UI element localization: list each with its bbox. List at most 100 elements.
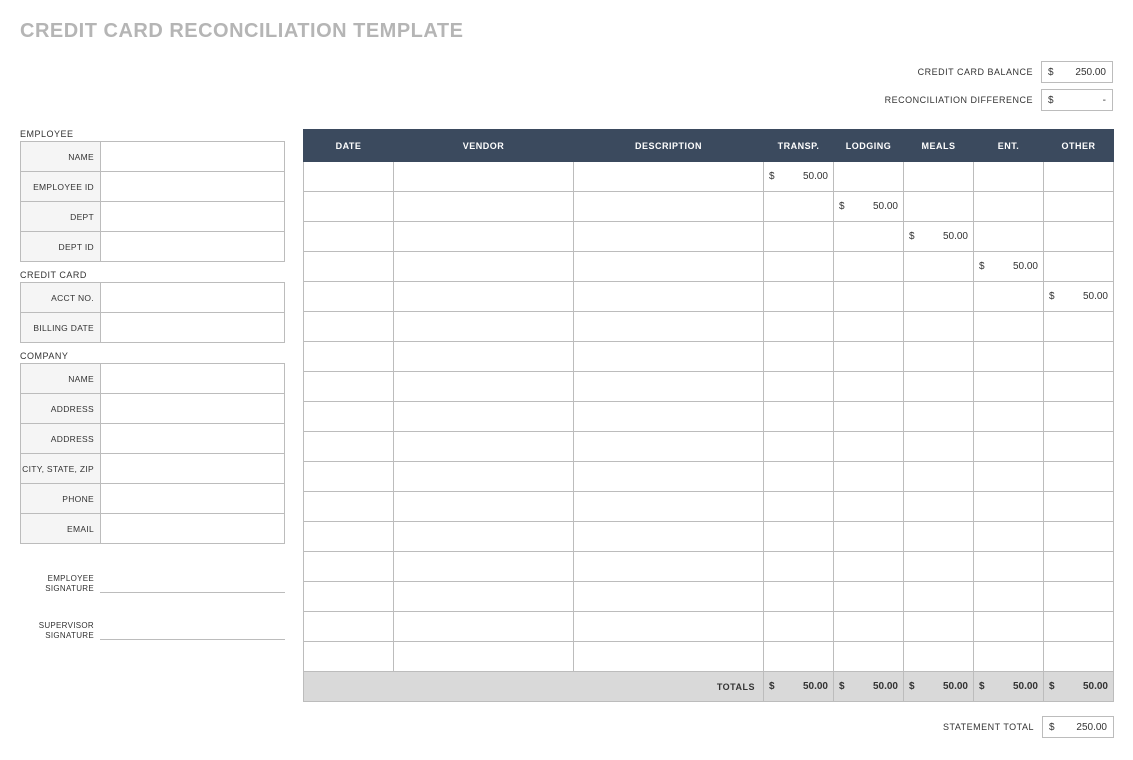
cell-lodging[interactable] (834, 492, 904, 522)
cell-transp[interactable] (764, 342, 834, 372)
cell-lodging[interactable] (834, 372, 904, 402)
statement-total-value[interactable]: $ 250.00 (1042, 716, 1114, 738)
cell-description[interactable] (574, 642, 764, 672)
company-address1-input[interactable] (101, 394, 285, 424)
cell-vendor[interactable] (394, 642, 574, 672)
cell-other[interactable] (1044, 192, 1114, 222)
company-name-input[interactable] (101, 364, 285, 394)
cell-transp[interactable] (764, 552, 834, 582)
cell-date[interactable] (304, 462, 394, 492)
cell-description[interactable] (574, 402, 764, 432)
cell-ent[interactable] (974, 552, 1044, 582)
cell-other[interactable] (1044, 552, 1114, 582)
cell-vendor[interactable] (394, 462, 574, 492)
cell-vendor[interactable] (394, 402, 574, 432)
cell-ent[interactable] (974, 612, 1044, 642)
cell-other[interactable] (1044, 372, 1114, 402)
cell-other[interactable] (1044, 522, 1114, 552)
cell-lodging[interactable] (834, 462, 904, 492)
cell-description[interactable] (574, 492, 764, 522)
cell-transp[interactable] (764, 192, 834, 222)
cell-lodging[interactable] (834, 642, 904, 672)
cell-ent[interactable] (974, 522, 1044, 552)
cell-meals[interactable] (904, 372, 974, 402)
cell-lodging[interactable] (834, 432, 904, 462)
cell-lodging[interactable] (834, 552, 904, 582)
cell-lodging[interactable] (834, 162, 904, 192)
cell-transp[interactable] (764, 582, 834, 612)
company-phone-input[interactable] (101, 484, 285, 514)
cell-other[interactable] (1044, 222, 1114, 252)
cell-transp[interactable]: $50.00 (764, 162, 834, 192)
cell-meals[interactable] (904, 162, 974, 192)
cell-date[interactable] (304, 642, 394, 672)
cell-ent[interactable] (974, 582, 1044, 612)
cell-meals[interactable] (904, 342, 974, 372)
cell-date[interactable] (304, 402, 394, 432)
cell-description[interactable] (574, 522, 764, 552)
cell-date[interactable] (304, 372, 394, 402)
cell-ent[interactable] (974, 162, 1044, 192)
cell-meals[interactable] (904, 522, 974, 552)
cell-transp[interactable] (764, 312, 834, 342)
cell-vendor[interactable] (394, 252, 574, 282)
cell-date[interactable] (304, 522, 394, 552)
cell-description[interactable] (574, 552, 764, 582)
cell-vendor[interactable] (394, 162, 574, 192)
billing-date-input[interactable] (101, 313, 285, 343)
cell-description[interactable] (574, 162, 764, 192)
cell-other[interactable] (1044, 312, 1114, 342)
cell-ent[interactable]: $50.00 (974, 252, 1044, 282)
cell-vendor[interactable] (394, 522, 574, 552)
cell-vendor[interactable] (394, 552, 574, 582)
cell-transp[interactable] (764, 252, 834, 282)
cell-lodging[interactable] (834, 252, 904, 282)
cell-date[interactable] (304, 612, 394, 642)
employee-signature-line[interactable] (100, 592, 285, 593)
cell-meals[interactable] (904, 462, 974, 492)
cell-date[interactable] (304, 582, 394, 612)
cell-date[interactable] (304, 492, 394, 522)
cell-lodging[interactable] (834, 312, 904, 342)
cell-date[interactable] (304, 282, 394, 312)
cell-description[interactable] (574, 252, 764, 282)
cell-meals[interactable] (904, 642, 974, 672)
cell-description[interactable] (574, 342, 764, 372)
cell-ent[interactable] (974, 402, 1044, 432)
cell-date[interactable] (304, 312, 394, 342)
cell-lodging[interactable] (834, 342, 904, 372)
cell-ent[interactable] (974, 312, 1044, 342)
cell-ent[interactable] (974, 462, 1044, 492)
cell-transp[interactable] (764, 282, 834, 312)
cell-other[interactable] (1044, 252, 1114, 282)
cell-vendor[interactable] (394, 282, 574, 312)
dept-id-input[interactable] (101, 232, 285, 262)
cell-meals[interactable] (904, 492, 974, 522)
cell-ent[interactable] (974, 192, 1044, 222)
company-city-state-zip-input[interactable] (101, 454, 285, 484)
cell-vendor[interactable] (394, 312, 574, 342)
cell-description[interactable] (574, 312, 764, 342)
cell-ent[interactable] (974, 342, 1044, 372)
cell-vendor[interactable] (394, 222, 574, 252)
cell-lodging[interactable]: $50.00 (834, 192, 904, 222)
cell-meals[interactable] (904, 402, 974, 432)
cell-other[interactable] (1044, 342, 1114, 372)
cell-vendor[interactable] (394, 582, 574, 612)
acct-no-input[interactable] (101, 283, 285, 313)
cell-meals[interactable] (904, 552, 974, 582)
cell-other[interactable]: $50.00 (1044, 282, 1114, 312)
cell-other[interactable] (1044, 612, 1114, 642)
cell-vendor[interactable] (394, 432, 574, 462)
cell-vendor[interactable] (394, 372, 574, 402)
cell-vendor[interactable] (394, 492, 574, 522)
reconciliation-difference-value[interactable]: $ - (1041, 89, 1113, 111)
cell-transp[interactable] (764, 402, 834, 432)
cell-description[interactable] (574, 192, 764, 222)
employee-name-input[interactable] (101, 142, 285, 172)
cell-lodging[interactable] (834, 402, 904, 432)
cell-lodging[interactable] (834, 522, 904, 552)
cell-lodging[interactable] (834, 222, 904, 252)
cell-meals[interactable] (904, 192, 974, 222)
cell-vendor[interactable] (394, 192, 574, 222)
